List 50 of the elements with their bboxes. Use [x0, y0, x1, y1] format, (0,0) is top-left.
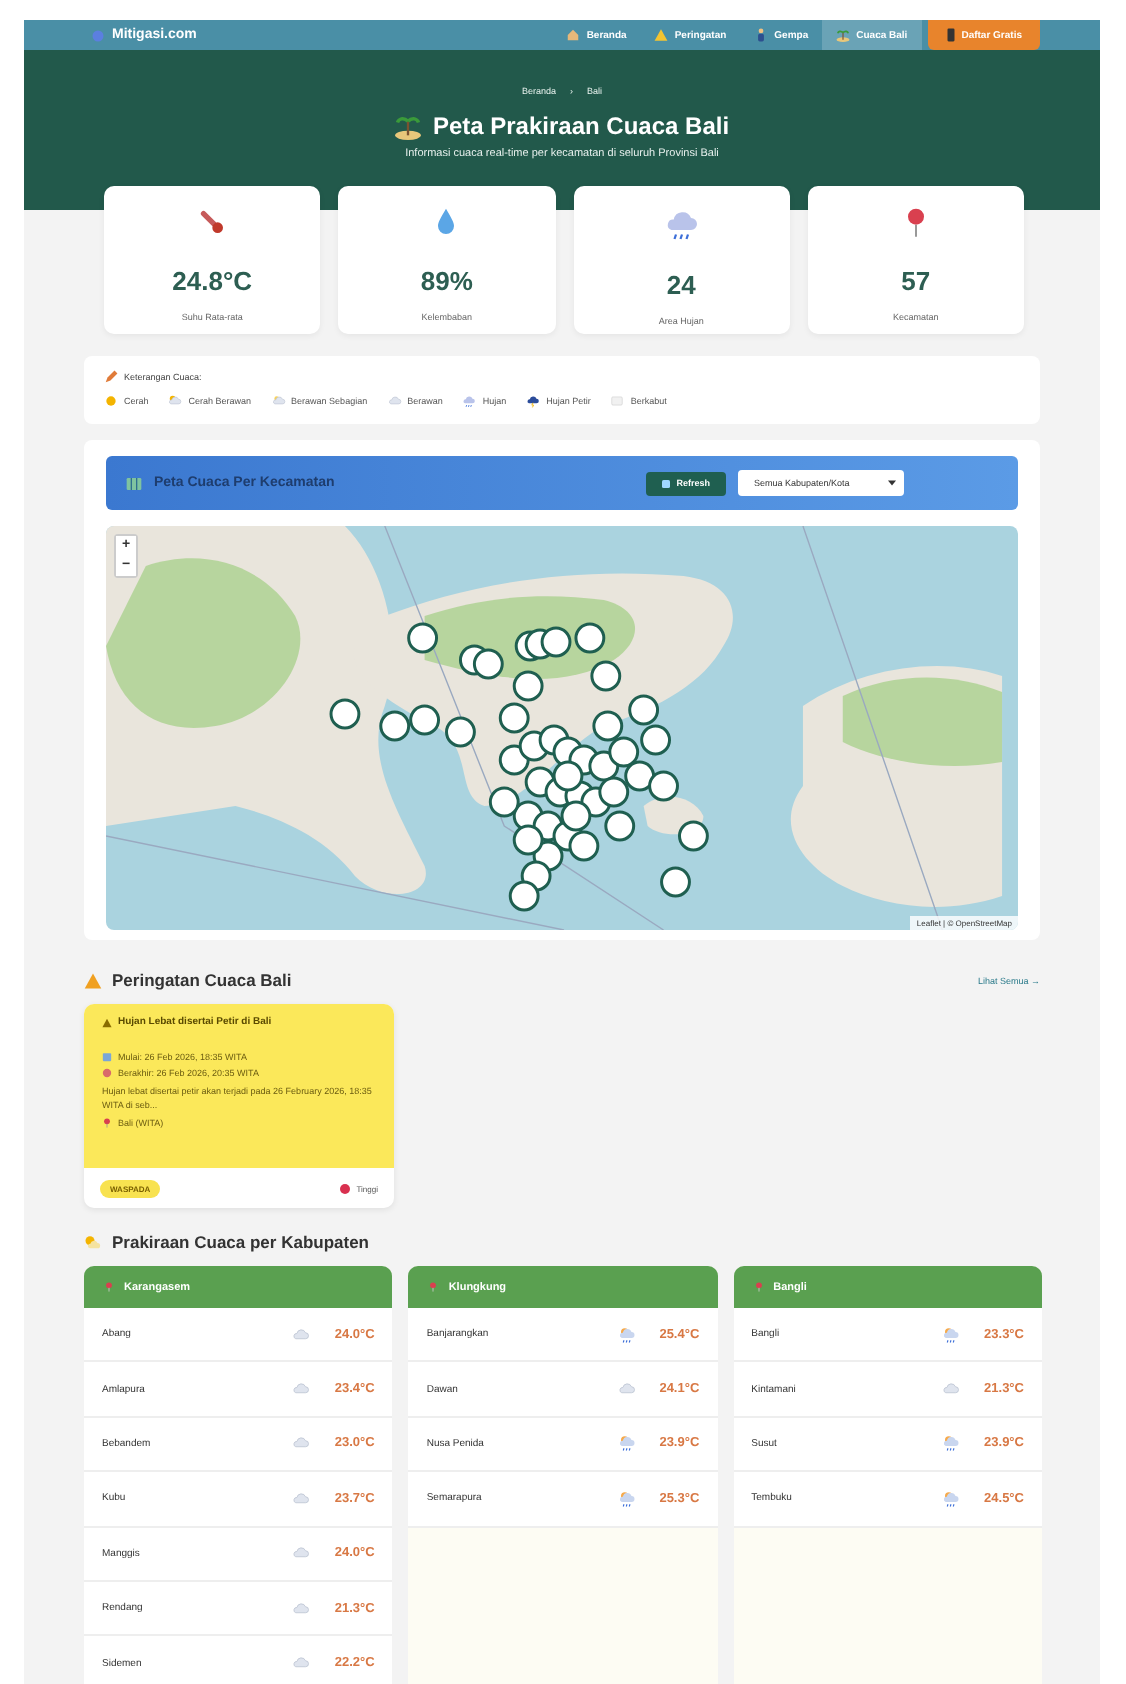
storm-cloud-icon: [526, 394, 541, 408]
alert-card[interactable]: [84, 1004, 394, 1208]
thermometer-icon: [196, 206, 229, 238]
cloud-icon: [292, 1380, 311, 1399]
phone-icon: [945, 28, 956, 42]
pencil-icon: [104, 370, 118, 384]
pin-icon: [104, 1282, 114, 1292]
sun-icon: [104, 394, 118, 408]
caret-icon: [888, 480, 896, 486]
sun-cloud-icon: [84, 1233, 102, 1251]
globe-icon: [92, 29, 104, 41]
cloud-icon: [941, 1380, 960, 1399]
section-title: Prakiraan Cuaca per Kabupaten: [112, 1232, 369, 1252]
sun-cloud-icon: [168, 394, 183, 408]
house-icon: [566, 28, 581, 42]
cloud-icon: [292, 1654, 311, 1673]
stat-value: 24.8°C: [172, 266, 253, 296]
sun-rain-cloud-icon: [941, 1489, 960, 1508]
sun-rain-cloud-icon: [617, 1325, 636, 1344]
stat-value: 89%: [420, 266, 473, 296]
palm-island-icon: [394, 112, 423, 140]
warning-icon: [654, 28, 669, 42]
sun-rain-cloud-icon: [617, 1489, 636, 1508]
cloud-icon: [292, 1325, 311, 1344]
status-dot-icon: [340, 1183, 351, 1193]
cloud-icon: [292, 1489, 311, 1508]
cloud-icon: [292, 1599, 311, 1618]
map-icon: [126, 475, 142, 491]
rain-cloud-icon: [462, 394, 477, 408]
sun-rain-cloud-icon: [617, 1434, 636, 1453]
warning-icon: [102, 1017, 112, 1027]
sun-rain-cloud-icon: [941, 1434, 960, 1453]
palm-island-icon: [836, 28, 851, 42]
pin-icon: [753, 1282, 764, 1292]
rain-cloud-icon: [663, 206, 700, 242]
cloud-icon: [292, 1544, 311, 1563]
fog-icon: [610, 394, 625, 408]
cloud-icon: [617, 1380, 636, 1399]
sun-rain-cloud-icon: [941, 1325, 960, 1344]
stat-value: 24: [666, 270, 696, 300]
cloud-icon: [387, 394, 402, 408]
section-title: Peringatan Cuaca Bali: [112, 970, 292, 990]
sun-cloud-icon: [271, 394, 286, 408]
pin-icon: [102, 1118, 112, 1129]
warning-icon: [84, 971, 102, 989]
pin-icon: [428, 1282, 439, 1292]
cloud-icon: [292, 1434, 311, 1453]
figure-icon: [754, 28, 769, 42]
page-title: Peta Prakiraan Cuaca Bali: [432, 112, 730, 140]
stat-value: 57: [901, 266, 931, 296]
